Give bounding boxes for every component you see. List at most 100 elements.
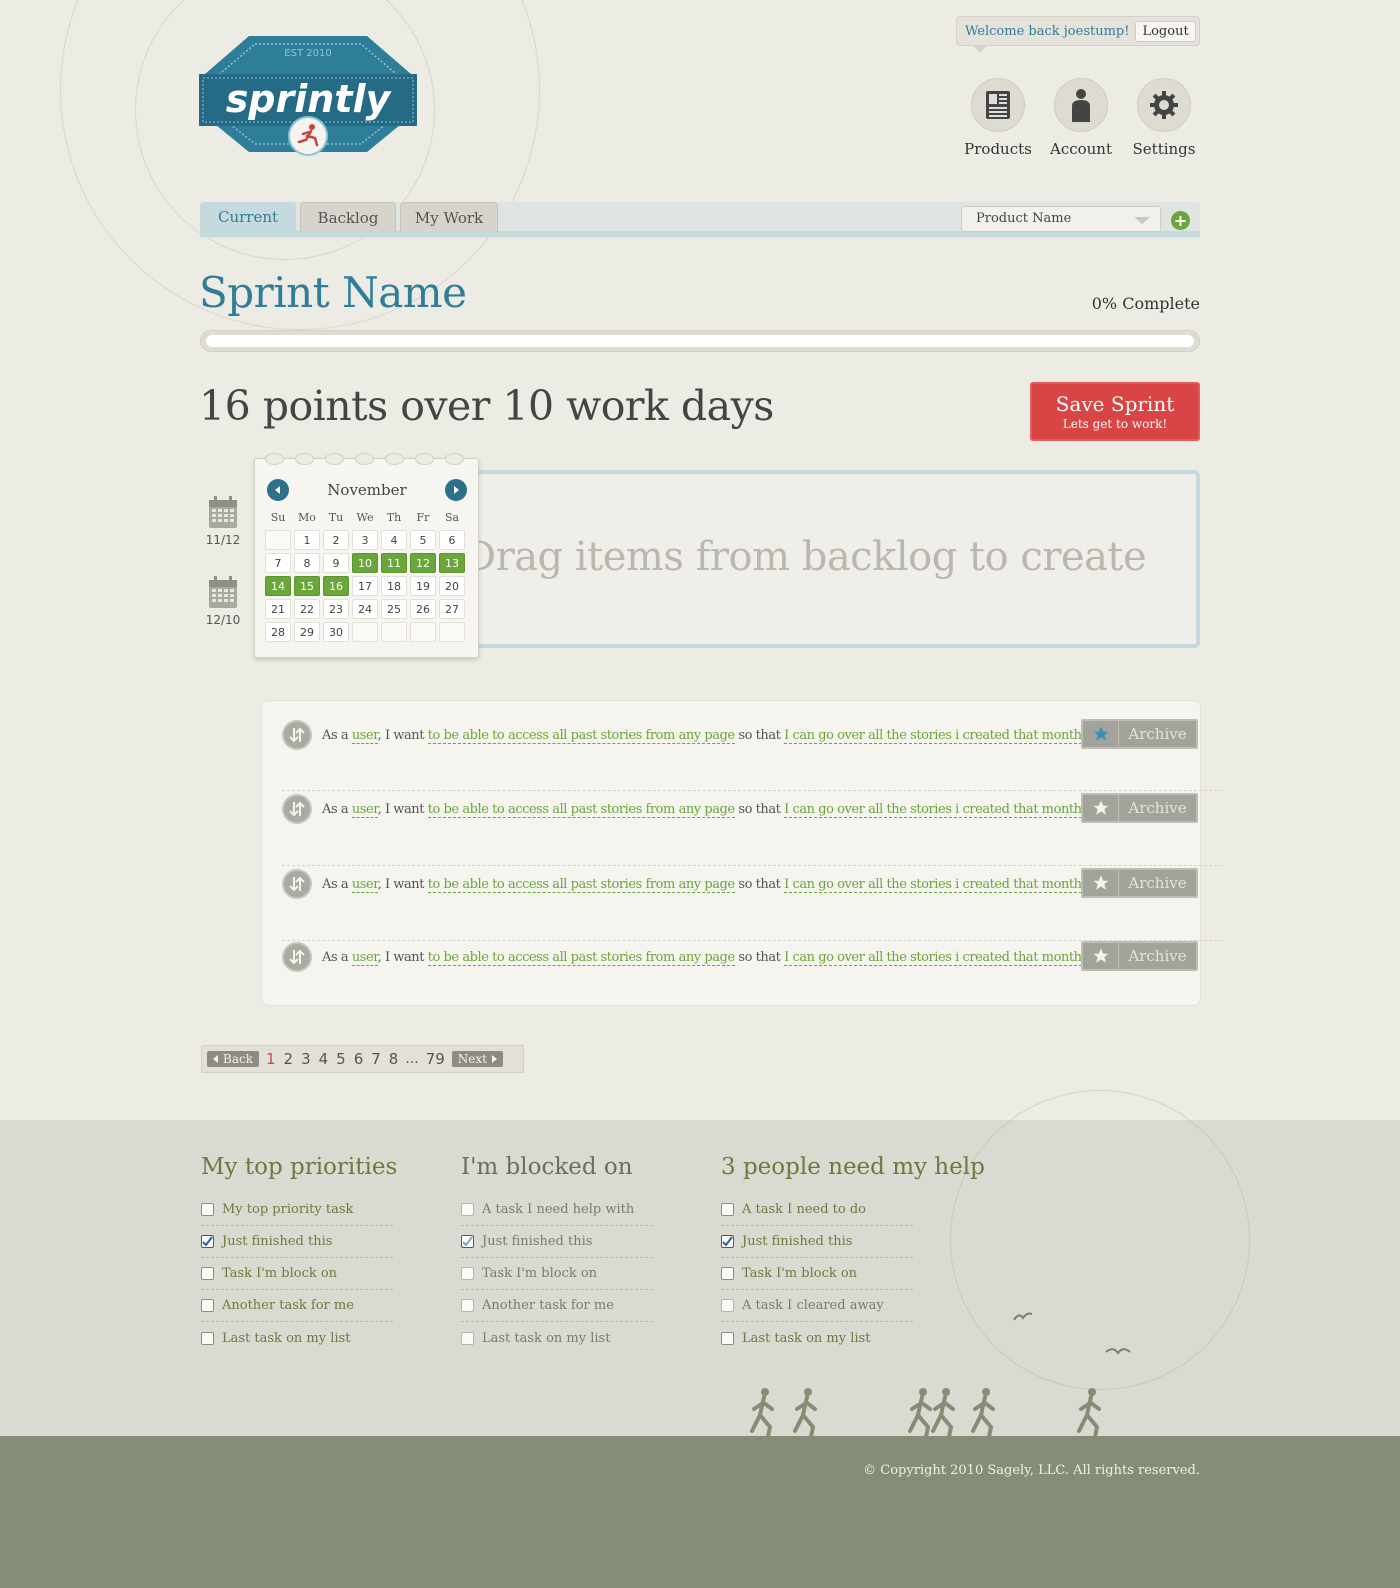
task-checkbox[interactable] xyxy=(201,1235,214,1248)
archive-button[interactable]: Archive xyxy=(1081,941,1198,971)
story-goal-link[interactable]: to be able to access all past stories fr… xyxy=(427,801,735,818)
calendar-day[interactable]: 20 xyxy=(439,576,465,596)
task-label[interactable]: Task I'm block on xyxy=(482,1266,597,1281)
nav-products[interactable]: Products xyxy=(964,78,1032,158)
task-checkbox[interactable] xyxy=(461,1203,474,1216)
calendar-day[interactable]: 23 xyxy=(323,599,349,619)
calendar-day[interactable]: 14 xyxy=(265,576,291,596)
calendar-day[interactable]: 6 xyxy=(439,530,465,550)
task-checkbox[interactable] xyxy=(721,1299,734,1312)
task-label[interactable]: Another task for me xyxy=(222,1298,354,1313)
calendar-day[interactable]: 28 xyxy=(265,622,291,642)
task-label[interactable]: Task I'm block on xyxy=(742,1266,857,1281)
task-label[interactable]: Last task on my list xyxy=(222,1331,350,1346)
task-label[interactable]: Last task on my list xyxy=(742,1331,870,1346)
calendar-day[interactable]: 13 xyxy=(439,553,465,573)
archive-button[interactable]: Archive xyxy=(1081,793,1198,823)
calendar-day[interactable]: 17 xyxy=(352,576,378,596)
task-label[interactable]: Just finished this xyxy=(222,1234,332,1249)
calendar-day[interactable]: 4 xyxy=(381,530,407,550)
calendar-day[interactable]: 12 xyxy=(410,553,436,573)
drag-handle-icon[interactable] xyxy=(282,869,312,899)
task-checkbox[interactable] xyxy=(201,1203,214,1216)
calendar-day[interactable]: 2 xyxy=(323,530,349,550)
drag-handle-icon[interactable] xyxy=(282,942,312,972)
task-label[interactable]: Last task on my list xyxy=(482,1331,610,1346)
task-checkbox[interactable] xyxy=(721,1235,734,1248)
story-reason-link[interactable]: I can go over all the stories i created … xyxy=(784,949,1082,966)
pagination-page[interactable]: 4 xyxy=(319,1050,329,1068)
task-label[interactable]: Another task for me xyxy=(482,1298,614,1313)
pagination-page[interactable]: 5 xyxy=(336,1050,346,1068)
calendar-day[interactable]: 8 xyxy=(294,553,320,573)
drag-handle-icon[interactable] xyxy=(282,794,312,824)
pagination-page[interactable]: 1 xyxy=(266,1050,276,1068)
calendar-day[interactable]: 18 xyxy=(381,576,407,596)
pagination-page[interactable]: 6 xyxy=(354,1050,364,1068)
story-role-link[interactable]: user xyxy=(351,876,378,893)
story-role-link[interactable]: user xyxy=(351,727,378,744)
calendar-day[interactable]: 10 xyxy=(352,553,378,573)
pagination-back-button[interactable]: Back xyxy=(207,1051,259,1067)
pagination-next-button[interactable]: Next xyxy=(451,1051,503,1067)
task-label[interactable]: A task I need help with xyxy=(482,1202,634,1217)
calendar-day[interactable]: 25 xyxy=(381,599,407,619)
task-checkbox[interactable] xyxy=(461,1299,474,1312)
task-label[interactable]: Task I'm block on xyxy=(222,1266,337,1281)
start-date-picker[interactable]: 11/12 xyxy=(205,495,241,547)
calendar-day[interactable]: 3 xyxy=(352,530,378,550)
tab-current[interactable]: Current xyxy=(200,202,296,232)
pagination-page[interactable]: 2 xyxy=(284,1050,294,1068)
calendar-day[interactable]: 21 xyxy=(265,599,291,619)
story-goal-link[interactable]: to be able to access all past stories fr… xyxy=(427,876,735,893)
calendar-day[interactable]: 19 xyxy=(410,576,436,596)
calendar-day[interactable]: 24 xyxy=(352,599,378,619)
story-role-link[interactable]: user xyxy=(351,949,378,966)
story-reason-link[interactable]: I can go over all the stories i created … xyxy=(784,727,1082,744)
story-reason-link[interactable]: I can go over all the stories i created … xyxy=(784,801,1082,818)
sprint-name[interactable]: Sprint Name xyxy=(199,268,467,317)
task-checkbox[interactable] xyxy=(461,1331,474,1345)
tab-backlog[interactable]: Backlog xyxy=(300,202,396,232)
pagination-page[interactable]: 8 xyxy=(389,1050,399,1068)
calendar-day[interactable]: 9 xyxy=(323,553,349,573)
task-checkbox[interactable] xyxy=(461,1235,474,1248)
task-label[interactable]: Just finished this xyxy=(742,1234,852,1249)
story-role-link[interactable]: user xyxy=(351,801,378,818)
task-checkbox[interactable] xyxy=(201,1267,214,1280)
calendar-day[interactable]: 22 xyxy=(294,599,320,619)
star-icon[interactable] xyxy=(1083,870,1119,896)
tab-my-work[interactable]: My Work xyxy=(400,202,498,232)
calendar-day[interactable]: 15 xyxy=(294,576,320,596)
archive-button[interactable]: Archive xyxy=(1081,868,1198,898)
story-goal-link[interactable]: to be able to access all past stories fr… xyxy=(427,727,735,744)
calendar-day[interactable]: 7 xyxy=(265,553,291,573)
story-reason-link[interactable]: I can go over all the stories i created … xyxy=(784,876,1082,893)
archive-button[interactable]: Archive xyxy=(1081,719,1198,749)
save-sprint-button[interactable]: Save Sprint Lets get to work! xyxy=(1030,382,1200,441)
calendar-prev-button[interactable] xyxy=(267,479,289,501)
end-date-picker[interactable]: 12/10 xyxy=(205,575,241,627)
task-checkbox[interactable] xyxy=(721,1331,734,1345)
calendar-day[interactable]: 11 xyxy=(381,553,407,573)
star-icon[interactable] xyxy=(1083,795,1119,821)
nav-settings[interactable]: Settings xyxy=(1132,78,1196,158)
star-icon[interactable] xyxy=(1083,721,1119,747)
task-label[interactable]: A task I need to do xyxy=(742,1202,866,1217)
calendar-day[interactable]: 5 xyxy=(410,530,436,550)
star-icon[interactable] xyxy=(1083,943,1119,969)
task-checkbox[interactable] xyxy=(461,1267,474,1280)
calendar-day[interactable]: 26 xyxy=(410,599,436,619)
task-label[interactable]: A task I cleared away xyxy=(742,1298,884,1313)
task-checkbox[interactable] xyxy=(721,1203,734,1216)
story-goal-link[interactable]: to be able to access all past stories fr… xyxy=(427,949,735,966)
product-select[interactable]: Product Name xyxy=(961,206,1161,232)
calendar-day[interactable]: 1 xyxy=(294,530,320,550)
logout-button[interactable]: Logout xyxy=(1135,20,1196,42)
calendar-day[interactable]: 30 xyxy=(323,622,349,642)
calendar-next-button[interactable] xyxy=(444,479,467,501)
calendar-day[interactable]: 27 xyxy=(439,599,465,619)
nav-account[interactable]: Account xyxy=(1049,78,1113,158)
pagination-page[interactable]: 7 xyxy=(371,1050,381,1068)
add-product-button[interactable]: + xyxy=(1171,211,1190,230)
